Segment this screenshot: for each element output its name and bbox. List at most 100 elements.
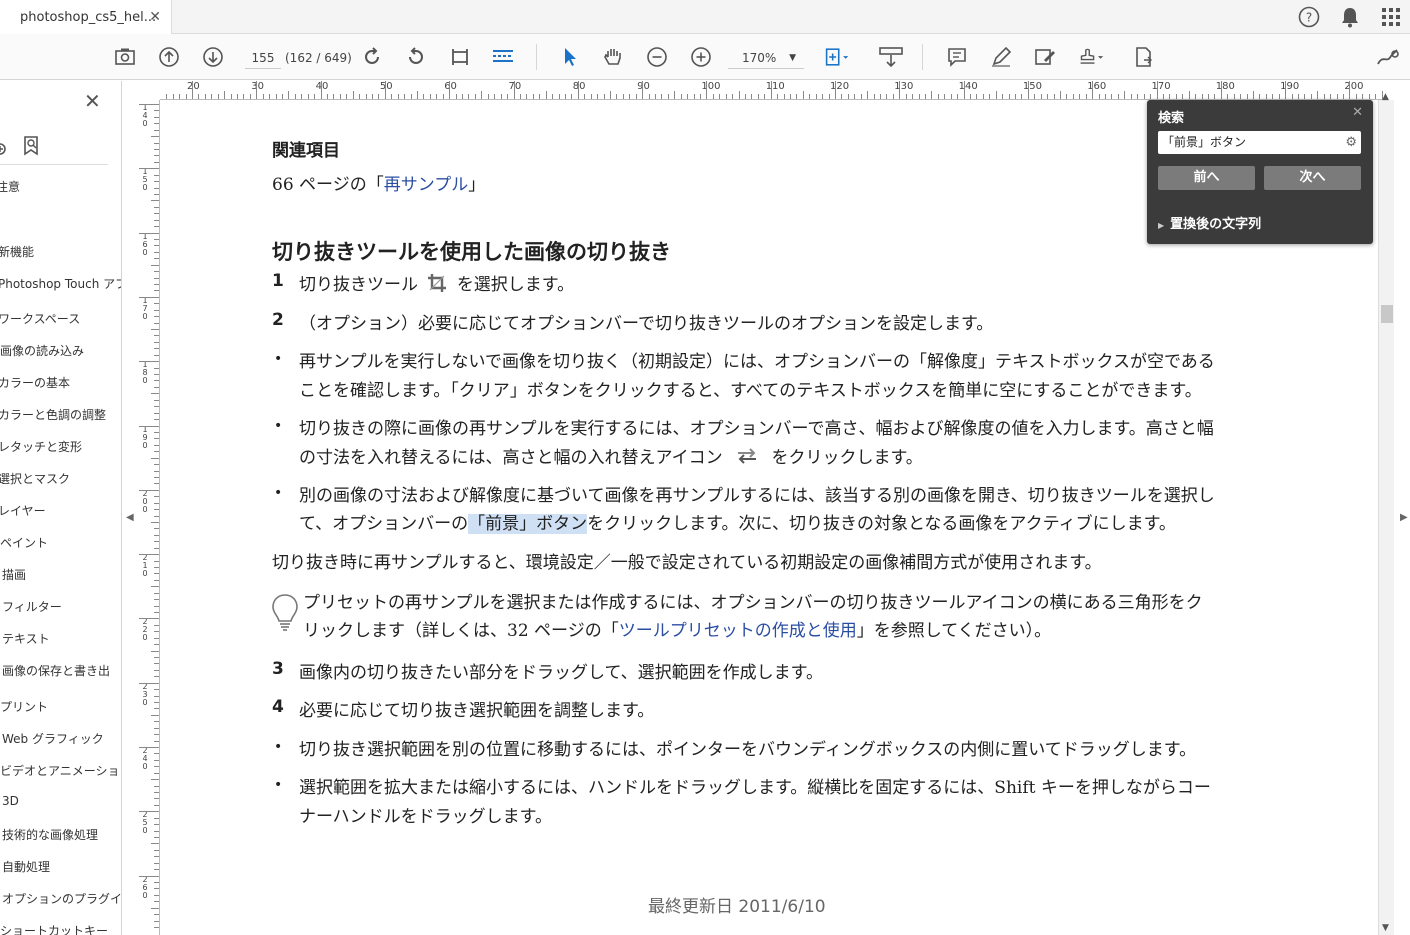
vertical-scrollbar[interactable]: ▲ ▼ <box>1378 92 1394 935</box>
ruler-tick <box>989 94 991 99</box>
export-icon[interactable] <box>878 44 904 70</box>
next-page-icon[interactable] <box>200 44 226 70</box>
ruler-tick <box>154 187 159 189</box>
ruler-tick <box>154 161 159 163</box>
bookmark-item[interactable]: ショートカットキー <box>0 922 108 935</box>
collapse-left-icon[interactable]: ◀ <box>126 512 134 523</box>
bookmark-item[interactable]: 画像の読み込み <box>0 342 84 359</box>
bookmark-item[interactable]: カラーと色調の調整 <box>0 406 106 423</box>
ruler-tick <box>154 740 159 742</box>
bookmark-item[interactable]: Photoshop Touch アプ <box>0 275 121 292</box>
hand-tool-icon[interactable] <box>600 44 626 70</box>
ruler-tick <box>154 174 159 176</box>
ruler-tick <box>154 689 159 691</box>
bookmark-item[interactable]: プリント <box>0 698 48 715</box>
ruler-label: 90 <box>637 81 650 92</box>
rotate-counterclockwise-icon[interactable] <box>403 44 429 70</box>
previous-result-button[interactable]: 前へ <box>1158 166 1255 190</box>
ruler-tick <box>154 753 159 755</box>
resample-link[interactable]: 再サンプル <box>384 175 469 195</box>
ruler-tick <box>154 451 159 453</box>
expand-right-icon[interactable]: ▶ <box>1400 512 1408 523</box>
ruler-tick <box>154 367 159 369</box>
step-3: 画像内の切り抜きたい部分をドラッグして、選択範囲を作成します。 <box>299 663 823 683</box>
screenshot-icon[interactable] <box>112 44 138 70</box>
ruler-tick <box>151 329 159 331</box>
ruler-tick <box>738 91 740 99</box>
ruler-tick <box>1182 94 1184 99</box>
previous-page-icon[interactable] <box>156 44 182 70</box>
fit-page-icon[interactable] <box>447 44 473 70</box>
close-panel-icon[interactable]: ✕ <box>84 89 101 113</box>
notification-bell-icon[interactable] <box>1338 5 1362 29</box>
bookmark-item[interactable]: ビデオとアニメーション <box>0 762 121 779</box>
ruler-tick <box>976 94 978 99</box>
document-tab[interactable]: photoshop_cs5_hel... ✕ <box>0 0 172 34</box>
help-icon[interactable]: ? <box>1297 5 1321 29</box>
ruler-tick <box>603 94 605 99</box>
replace-with-toggle[interactable]: ▶ 置換後の文字列 <box>1158 213 1261 232</box>
document-properties-icon[interactable] <box>1131 44 1157 70</box>
ruler-tick <box>687 94 689 99</box>
scrolling-mode-icon[interactable] <box>490 44 516 70</box>
add-bookmark-icon[interactable] <box>0 137 10 161</box>
bookmark-item[interactable]: テキスト <box>2 630 50 647</box>
bookmark-item[interactable]: 新機能 <box>0 243 34 260</box>
bookmark-item[interactable]: カラーの基本 <box>0 374 70 391</box>
ruler-tick <box>327 94 329 99</box>
sign-icon[interactable] <box>1375 44 1401 70</box>
zoom-out-icon[interactable] <box>644 44 670 70</box>
bookmark-item[interactable]: 選択とマスク <box>0 470 70 487</box>
ruler-label: 200 <box>1344 81 1364 92</box>
tool-preset-link[interactable]: ツールプリセットの作成と使用 <box>619 621 857 641</box>
ruler-tick <box>732 94 734 99</box>
bookmark-item[interactable]: 注意 <box>0 178 20 195</box>
search-input[interactable]: 「前景」ボタン ⚙ <box>1158 131 1361 154</box>
zoom-in-icon[interactable] <box>688 44 714 70</box>
find-bookmark-icon[interactable] <box>22 135 44 161</box>
bookmark-item[interactable]: レタッチと変形 <box>0 438 82 455</box>
ruler-tick <box>1252 91 1254 99</box>
stamp-icon[interactable] <box>1078 44 1104 70</box>
bookmark-item[interactable]: 自動処理 <box>2 858 50 875</box>
ruler-label: 100 <box>701 81 721 92</box>
bookmark-item[interactable]: オプションのプラグイン <box>2 890 121 907</box>
rotate-clockwise-icon[interactable] <box>359 44 385 70</box>
comment-icon[interactable] <box>944 44 970 70</box>
ruler-tick <box>751 94 753 99</box>
close-search-icon[interactable]: ✕ <box>1352 105 1363 120</box>
close-tab-icon[interactable]: ✕ <box>149 9 161 25</box>
ruler-tick <box>609 91 611 99</box>
gear-icon[interactable]: ⚙ <box>1345 131 1357 154</box>
ruler-tick <box>154 830 159 832</box>
bookmark-item[interactable]: 3D <box>2 794 19 808</box>
ruler-label: 180 <box>142 360 148 386</box>
ruler-tick <box>828 94 830 99</box>
next-result-button[interactable]: 次へ <box>1264 166 1361 190</box>
ruler-tick <box>867 91 869 99</box>
bookmark-item[interactable]: ペイント <box>0 534 48 551</box>
bookmark-item[interactable]: 描画 <box>2 566 26 583</box>
bullet-3-line-1: 別の画像の寸法および解像度に基づいて画像を再サンプルするには、該当する別の画像を… <box>299 486 1215 506</box>
ruler-tick <box>1034 94 1036 99</box>
highlight-pen-icon[interactable] <box>988 44 1014 70</box>
scroll-down-icon[interactable]: ▼ <box>1382 923 1389 933</box>
ruler-tick <box>481 91 483 99</box>
ruler-tick <box>154 483 159 485</box>
apps-grid-icon[interactable] <box>1379 5 1403 29</box>
scroll-up-icon[interactable]: ▲ <box>1382 92 1389 102</box>
bookmark-item[interactable]: 画像の保存と書き出 <box>2 662 110 679</box>
ruler-label: 230 <box>142 681 148 707</box>
bookmark-item[interactable]: ワークスペース <box>0 310 80 327</box>
bookmark-item[interactable]: フィルター <box>2 598 62 615</box>
bookmark-item[interactable]: 技術的な画像処理 <box>2 826 98 843</box>
page-layout-icon[interactable] <box>824 44 850 70</box>
ruler-tick <box>294 94 296 99</box>
bookmark-item[interactable]: レイヤー <box>0 502 46 519</box>
select-tool-icon[interactable] <box>557 44 583 70</box>
edit-text-icon[interactable] <box>1032 44 1058 70</box>
zoom-level-select[interactable]: 170% ▼ <box>728 47 804 69</box>
scrollbar-thumb[interactable] <box>1381 305 1393 323</box>
bookmark-item[interactable]: Web グラフィック <box>2 730 104 747</box>
page-number-input[interactable]: 155 <box>245 47 281 69</box>
